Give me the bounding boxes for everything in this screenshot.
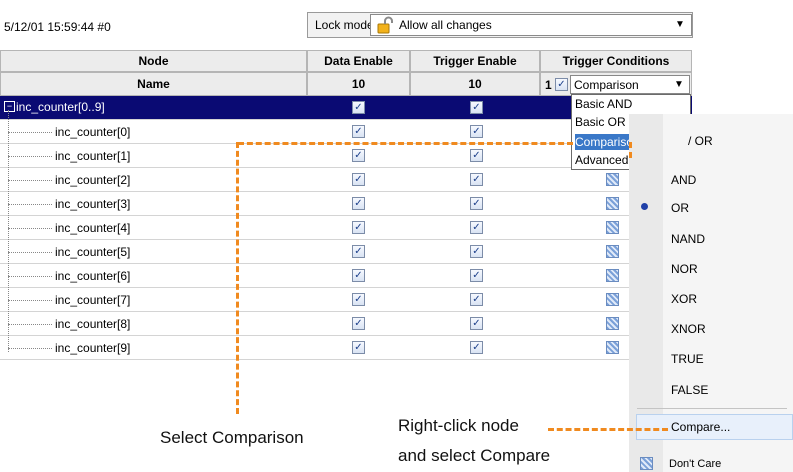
subheader-data-enable: 10 (307, 72, 410, 96)
trigger-enable-checkbox[interactable]: ✓ (470, 317, 483, 330)
tree-connector (8, 324, 52, 325)
lock-mode-label: Lock mode: (315, 18, 378, 32)
tree-connector (8, 252, 52, 253)
node-label: inc_counter[6] (55, 269, 131, 283)
tree-connector (8, 300, 52, 301)
data-enable-checkbox[interactable]: ✓ (352, 269, 365, 282)
node-label: inc_counter[1] (55, 149, 131, 163)
data-enable-checkbox[interactable]: ✓ (352, 149, 365, 162)
context-menu-item-or[interactable]: OR (671, 201, 689, 215)
trigger-enable-checkbox[interactable]: ✓ (470, 149, 483, 162)
data-enable-checkbox[interactable]: ✓ (352, 293, 365, 306)
trigger-enable-checkbox[interactable]: ✓ (470, 101, 483, 114)
header-trigger-enable[interactable]: Trigger Enable (410, 50, 540, 72)
trigger-enable-checkbox[interactable]: ✓ (470, 293, 483, 306)
data-enable-checkbox[interactable]: ✓ (352, 125, 365, 138)
trigger-enable-checkbox[interactable]: ✓ (470, 125, 483, 138)
context-menu-item-xnor[interactable]: XNOR (671, 322, 706, 336)
annotation-right-click-line2: and select Compare (398, 446, 551, 465)
tree-trunk (8, 110, 9, 352)
trigger-enable-checkbox[interactable]: ✓ (470, 245, 483, 258)
node-label: inc_counter[5] (55, 245, 131, 259)
trigger-enable-checkbox[interactable]: ✓ (470, 173, 483, 186)
data-enable-checkbox[interactable]: ✓ (352, 197, 365, 210)
header-data-enable[interactable]: Data Enable (307, 50, 410, 72)
context-menu-item-xor[interactable]: XOR (671, 292, 697, 306)
node-label: inc_counter[4] (55, 221, 131, 235)
trigger-pattern-icon[interactable] (606, 317, 619, 330)
context-menu-item-nor[interactable]: NOR (671, 262, 698, 276)
context-menu-item-and[interactable]: AND (671, 173, 696, 187)
context-menu-item-nand[interactable]: NAND (671, 232, 705, 246)
data-enable-checkbox[interactable]: ✓ (352, 317, 365, 330)
header-node[interactable]: Node (0, 50, 307, 72)
node-label: inc_counter[7] (55, 293, 131, 307)
tree-connector (8, 156, 52, 157)
annotation-line-compare-vertical (629, 142, 632, 158)
context-menu-item-compare[interactable]: Compare... (671, 420, 730, 434)
data-enable-checkbox[interactable]: ✓ (352, 101, 365, 114)
annotation-right-click-line1: Right-click node (398, 416, 519, 435)
lock-mode-value: Allow all changes (399, 18, 492, 32)
dropdown-option-basic-and[interactable]: Basic AND (575, 96, 687, 112)
annotation-line-comparison (238, 142, 573, 145)
tree-connector (8, 132, 52, 133)
trigger-pattern-icon[interactable] (606, 173, 619, 186)
collapse-icon[interactable]: − (4, 101, 15, 112)
node-label: inc_counter[2] (55, 173, 131, 187)
trigger-pattern-icon[interactable] (606, 197, 619, 210)
node-label: inc_counter[8] (55, 317, 131, 331)
trigger-enable-checkbox[interactable]: ✓ (470, 197, 483, 210)
context-menu-item-and-or[interactable]: / OR (688, 134, 713, 148)
timestamp-label: 5/12/01 15:59:44 #0 (4, 20, 111, 34)
trigger-pattern-icon[interactable] (606, 341, 619, 354)
trigger-enable-checkbox[interactable]: ✓ (470, 341, 483, 354)
node-label: inc_counter[0] (55, 125, 131, 139)
trigger-pattern-icon[interactable] (606, 221, 619, 234)
data-enable-checkbox[interactable]: ✓ (352, 173, 365, 186)
radio-selected-icon (641, 203, 648, 210)
subheader-name: Name (0, 72, 307, 96)
context-menu-item-true[interactable]: TRUE (671, 352, 704, 366)
dont-care-icon (640, 457, 653, 470)
node-label: inc_counter[3] (55, 197, 131, 211)
annotation-line-compare (548, 428, 668, 431)
annotation-line-comparison-vertical (236, 142, 239, 414)
trigger-condition-value: Comparison (574, 78, 639, 92)
tree-connector (8, 180, 52, 181)
subheader-trigger-enable: 10 (410, 72, 540, 96)
node-label: inc_counter[9] (55, 341, 131, 355)
tree-connector (8, 276, 52, 277)
trigger-condition-checkbox[interactable]: ✓ (555, 78, 568, 91)
tree-connector (8, 204, 52, 205)
tree-connector (8, 228, 52, 229)
header-trigger-conditions[interactable]: Trigger Conditions (540, 50, 692, 72)
trigger-pattern-icon[interactable] (606, 245, 619, 258)
menu-divider (637, 408, 787, 409)
data-enable-checkbox[interactable]: ✓ (352, 341, 365, 354)
annotation-select-comparison: Select Comparison (160, 428, 304, 447)
trigger-enable-checkbox[interactable]: ✓ (470, 221, 483, 234)
group-node-label: inc_counter[0..9] (16, 100, 105, 114)
data-enable-checkbox[interactable]: ✓ (352, 245, 365, 258)
trigger-enable-checkbox[interactable]: ✓ (470, 269, 483, 282)
trigger-pattern-icon[interactable] (606, 269, 619, 282)
data-enable-checkbox[interactable]: ✓ (352, 221, 365, 234)
trigger-pattern-icon[interactable] (606, 293, 619, 306)
context-menu-item-false[interactable]: FALSE (671, 383, 708, 397)
trigger-condition-index: 1 (545, 78, 552, 92)
chevron-down-icon[interactable]: ▼ (675, 19, 685, 30)
unlock-icon (377, 16, 393, 34)
chevron-down-icon[interactable]: ▼ (674, 79, 684, 90)
tree-connector (8, 348, 52, 349)
context-menu-item-dont-care[interactable]: Don't Care (669, 458, 721, 470)
